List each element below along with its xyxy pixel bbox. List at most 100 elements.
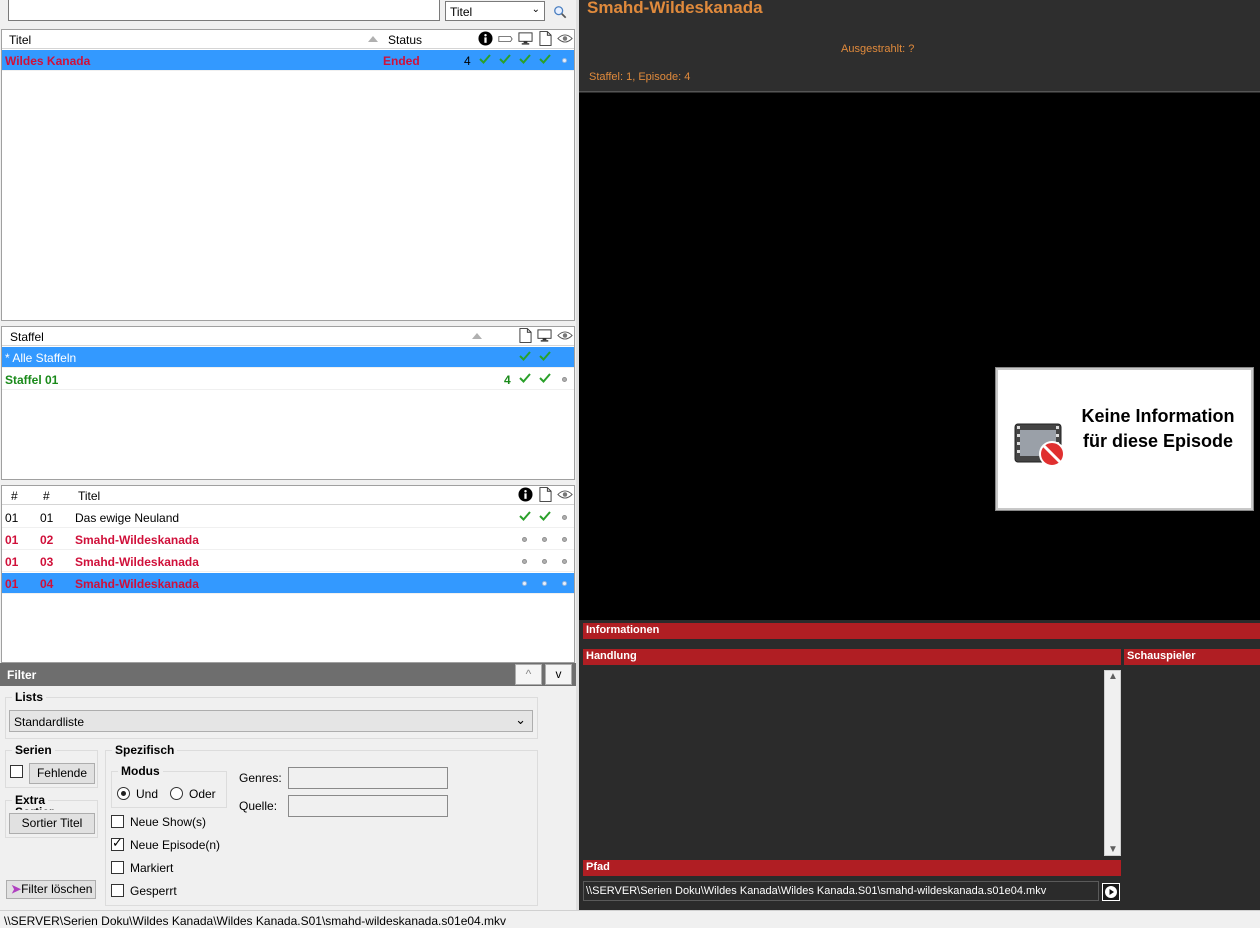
status-dot-icon [542,581,547,586]
path-field[interactable]: \\SERVER\Serien Doku\Wildes Kanada\Wilde… [583,881,1099,901]
episode-title: Smahd-Wildeskanada [75,577,199,591]
filter-collapse-button[interactable]: v [545,664,572,685]
search-field-value: Titel [450,5,473,19]
table-row[interactable]: 01 02 Smahd-Wildeskanada [2,529,574,550]
table-row[interactable]: 01 01 Das ewige Neuland [2,507,574,528]
filter-clear-button[interactable]: ➤Filter löschen [6,880,96,899]
check-icon [539,350,551,362]
status-dot-icon [562,559,567,564]
chevron-down-icon: ⌄ [515,712,526,727]
table-row[interactable]: 01 04 Smahd-Wildeskanada [2,573,574,594]
document-icon [539,31,552,46]
status-dot-icon [542,559,547,564]
episode-title-heading: Smahd-Wildeskanada [587,0,763,17]
status-dot-icon [522,559,527,564]
check-icon [539,372,551,384]
search-field-select[interactable]: Titel ⌄ [445,1,545,21]
info-icon [478,31,493,46]
season-number: 01 [5,511,19,525]
check-icon [479,53,491,65]
table-row[interactable]: 01 03 Smahd-Wildeskanada [2,551,574,572]
season-title: Staffel 01 [5,373,59,387]
check-icon [519,510,531,522]
season-number: 01 [5,533,19,547]
play-button[interactable] [1102,883,1120,901]
search-icon[interactable] [553,5,567,19]
markiert-checkbox[interactable] [111,861,124,874]
oder-label: Oder [189,787,216,801]
status-dot-icon [522,537,527,542]
lists-label: Lists [12,690,47,704]
detail-pane: Smahd-Wildeskanada Ausgestrahlt: ? Staff… [579,0,1260,910]
und-radio[interactable] [117,787,130,800]
sort-ascending-icon [368,36,378,42]
plot-text-area[interactable] [583,668,1121,856]
neue-episoden-checkbox[interactable]: ✓ [111,836,124,851]
eye-icon [557,489,573,500]
gesperrt-checkbox[interactable] [111,884,124,897]
no-info-card: Keine Information für diese Episode [995,367,1254,511]
info-icon [518,487,533,502]
modus-label: Modus [118,764,163,778]
episode-header: Smahd-Wildeskanada Ausgestrahlt: ? Staff… [579,0,1260,92]
gesperrt-label: Gesperrt [130,884,177,898]
status-dot-icon [562,537,567,542]
fehlende-checkbox[interactable] [10,765,23,778]
search-input[interactable] [8,0,440,21]
sortier-titel-button[interactable]: Sortier Titel [9,813,95,834]
filter-header: Filter ^ v [0,663,576,686]
season-title: * Alle Staffeln [5,351,77,365]
episode-title: Smahd-Wildeskanada [75,533,199,547]
chevron-down-icon: ⌄ [531,4,540,15]
genres-input[interactable] [288,767,448,789]
status-dot-icon [562,581,567,586]
extra-clipped-label: Sortier [15,806,54,810]
neue-episoden-label: Neue Episode(n) [130,838,221,852]
filter-clear-icon: ➤ [11,882,22,896]
table-row[interactable]: Wildes Kanada Ended 4 [2,50,574,71]
informationen-section-header[interactable]: Informationen [583,623,1260,639]
filter-clear-label: Filter löschen [21,882,93,896]
scroll-down-icon[interactable]: ▼ [1108,844,1118,855]
status-dot-icon [522,581,527,586]
column-header-season-number[interactable]: # [11,489,18,503]
oder-radio[interactable] [170,787,183,800]
column-header-season[interactable]: Staffel [10,330,44,344]
check-icon [519,350,531,362]
fehlende-button[interactable]: Fehlende [29,763,95,784]
column-header-episode-number[interactable]: # [43,489,50,503]
aired-date: Ausgestrahlt: ? [841,43,915,55]
und-label: Und [136,787,159,801]
status-bar-path: \\SERVER\Serien Doku\Wildes Kanada\Wilde… [4,914,507,928]
column-header-status[interactable]: Status [388,33,422,47]
check-icon [499,53,511,65]
series-status: Ended [383,54,420,68]
filter-title: Filter [7,668,37,682]
lists-select[interactable]: Standardliste ⌄ [9,710,533,732]
episode-number: 03 [40,555,54,569]
quelle-input[interactable] [288,795,448,817]
path-value: \\SERVER\Serien Doku\Wildes Kanada\Wilde… [586,885,1047,897]
scroll-up-icon[interactable]: ▲ [1108,671,1118,682]
play-icon [1105,886,1117,898]
season-number: 01 [5,555,19,569]
eye-icon [557,33,573,44]
table-row[interactable]: Staffel 01 4 [2,369,574,390]
neue-shows-checkbox[interactable] [111,815,124,828]
table-row[interactable]: * Alle Staffeln [2,347,574,368]
episode-list-header: # # Titel [2,486,574,505]
filter-expand-button[interactable]: ^ [515,664,542,685]
sort-ascending-icon [472,333,482,339]
series-list: Titel Status Wildes Kanada Ended 4 [1,29,575,321]
plot-scrollbar[interactable]: ▲ ▼ [1104,670,1121,856]
check-icon [519,372,531,384]
episode-number: 04 [40,577,54,591]
status-dot-icon [562,377,567,382]
season-list: Staffel * Alle Staffeln Staffel 01 4 [1,326,575,480]
column-header-title[interactable]: Titel [9,33,31,47]
check-icon [519,53,531,65]
episode-title: Smahd-Wildeskanada [75,555,199,569]
episode-list: # # Titel 01 01 Das ewige Neuland 01 02 … [1,485,575,663]
column-header-title[interactable]: Titel [78,489,100,503]
status-dot-icon [562,515,567,520]
